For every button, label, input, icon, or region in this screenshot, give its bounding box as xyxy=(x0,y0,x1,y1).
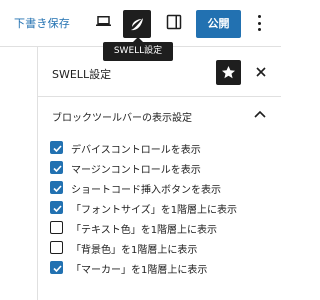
publish-button[interactable]: 公開 xyxy=(196,10,241,38)
option-label: 「テキスト色」を1階層上に表示 xyxy=(71,225,218,236)
swell-settings-button[interactable] xyxy=(123,10,151,38)
option-margin-control[interactable]: マージンコントロールを表示 xyxy=(50,160,280,176)
checkbox[interactable] xyxy=(50,141,63,154)
option-label: 「フォントサイズ」を1階層上に表示 xyxy=(71,205,238,216)
checkmark-icon xyxy=(53,165,62,173)
more-vertical-icon[interactable] xyxy=(256,13,264,33)
option-shortcode-button[interactable]: ショートコード挿入ボタンを表示 xyxy=(50,180,280,196)
pin-star-button[interactable] xyxy=(216,60,241,85)
sidebar-toggle-icon[interactable] xyxy=(166,14,182,30)
checkbox[interactable] xyxy=(50,261,63,274)
checkmark-icon xyxy=(53,205,62,213)
option-device-control[interactable]: デバイスコントロールを表示 xyxy=(50,140,280,156)
option-text-color[interactable]: 「テキスト色」を1階層上に表示 xyxy=(50,220,280,236)
checkbox[interactable] xyxy=(50,181,63,194)
star-icon xyxy=(222,66,235,79)
option-font-size[interactable]: 「フォントサイズ」を1階層上に表示 xyxy=(50,200,280,216)
checkbox[interactable] xyxy=(50,221,63,234)
panel-title: SWELL設定 xyxy=(52,68,112,81)
option-label: ショートコード挿入ボタンを表示 xyxy=(71,185,221,196)
panel-header: SWELL設定 xyxy=(38,47,281,96)
chevron-up-icon xyxy=(254,110,266,118)
option-marker[interactable]: 「マーカー」を1階層上に表示 xyxy=(50,260,280,276)
desktop-icon[interactable] xyxy=(96,16,111,26)
option-label: デバイスコントロールを表示 xyxy=(71,145,201,156)
checkbox[interactable] xyxy=(50,241,63,254)
toolbar-display-settings-toggle[interactable]: ブロックツールバーの表示設定 xyxy=(38,97,281,133)
checkmark-icon xyxy=(53,145,62,153)
checkbox[interactable] xyxy=(50,201,63,214)
option-label: 「背景色」を1階層上に表示 xyxy=(71,245,198,256)
option-label: 「マーカー」を1階層上に表示 xyxy=(71,265,208,276)
option-label: マージンコントロールを表示 xyxy=(71,165,201,176)
close-icon[interactable] xyxy=(253,64,269,80)
swell-logo-icon xyxy=(131,18,143,31)
checkmark-icon xyxy=(53,185,62,193)
save-draft-button[interactable]: 下書き保存 xyxy=(14,15,70,31)
checkbox[interactable] xyxy=(50,161,63,174)
checkmark-icon xyxy=(53,265,62,273)
section-title: ブロックツールバーの表示設定 xyxy=(52,113,192,124)
option-background-color[interactable]: 「背景色」を1階層上に表示 xyxy=(50,240,280,256)
